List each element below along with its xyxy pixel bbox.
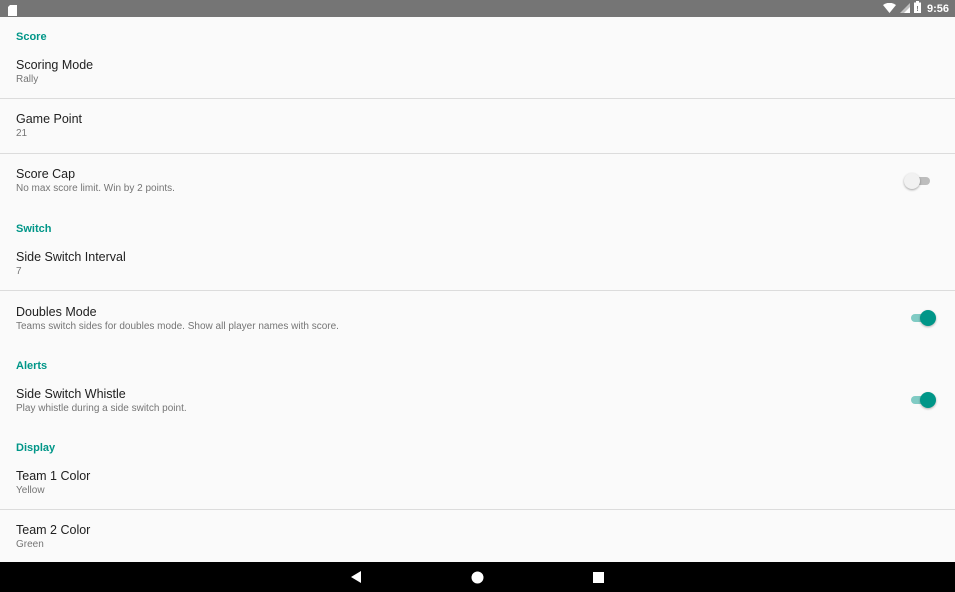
doubles-mode-toggle[interactable]	[910, 310, 936, 326]
category-header-alerts: Alerts	[16, 360, 48, 372]
home-icon[interactable]	[457, 562, 497, 592]
pref-title: Game Point	[16, 112, 83, 126]
category-header-score: Score	[16, 31, 47, 43]
navigation-bar	[0, 562, 955, 592]
pref-title: Side Switch Interval	[16, 250, 126, 264]
category-header-switch: Switch	[16, 223, 52, 235]
pref-side-switch-interval[interactable]: Side Switch Interval 7	[0, 240, 955, 290]
pref-team1-color[interactable]: Team 1 Color Yellow	[0, 459, 955, 509]
back-icon[interactable]	[336, 562, 376, 592]
pref-title: Team 2 Color	[16, 523, 91, 537]
pref-scoring-mode[interactable]: Scoring Mode Rally	[0, 48, 955, 98]
toggle-thumb	[904, 173, 920, 189]
signal-icon	[899, 0, 910, 18]
recents-icon[interactable]	[578, 562, 618, 592]
status-bar: ! 9:56	[0, 0, 955, 17]
score-cap-toggle[interactable]	[904, 173, 932, 189]
pref-title: Doubles Mode	[16, 305, 97, 319]
svg-text:!: !	[916, 6, 918, 13]
pref-summary: Rally	[16, 74, 39, 85]
pref-summary: Green	[16, 539, 44, 550]
settings-list: Score Scoring Mode Rally Game Point 21 S…	[0, 17, 955, 562]
clock-time: 9:56	[926, 2, 949, 15]
pref-summary: 21	[16, 128, 28, 139]
toggle-thumb	[920, 310, 936, 326]
pref-summary: Yellow	[16, 485, 45, 496]
category-header-display: Display	[16, 442, 56, 454]
pref-side-switch-whistle[interactable]: Side Switch Whistle Play whistle during …	[0, 377, 955, 427]
pref-doubles-mode[interactable]: Doubles Mode Teams switch sides for doub…	[0, 291, 955, 345]
pref-title: Scoring Mode	[16, 58, 94, 72]
pref-team2-color[interactable]: Team 2 Color Green	[0, 510, 955, 562]
pref-title: Score Cap	[16, 167, 76, 181]
status-icons: ! 9:56	[882, 0, 949, 18]
pref-summary: No max score limit. Win by 2 points.	[16, 183, 175, 194]
pref-title: Team 1 Color	[16, 469, 91, 483]
pref-score-cap[interactable]: Score Cap No max score limit. Win by 2 p…	[0, 154, 955, 207]
battery-icon: !	[913, 0, 921, 18]
pref-game-point[interactable]: Game Point 21	[0, 99, 955, 153]
sd-card-icon	[8, 3, 17, 16]
pref-summary: Play whistle during a side switch point.	[16, 403, 187, 414]
toggle-thumb	[920, 392, 936, 408]
side-switch-whistle-toggle[interactable]	[910, 392, 936, 408]
pref-title: Side Switch Whistle	[16, 387, 126, 401]
wifi-icon	[882, 0, 896, 18]
pref-summary: 7	[16, 266, 22, 277]
pref-summary: Teams switch sides for doubles mode. Sho…	[16, 321, 339, 332]
